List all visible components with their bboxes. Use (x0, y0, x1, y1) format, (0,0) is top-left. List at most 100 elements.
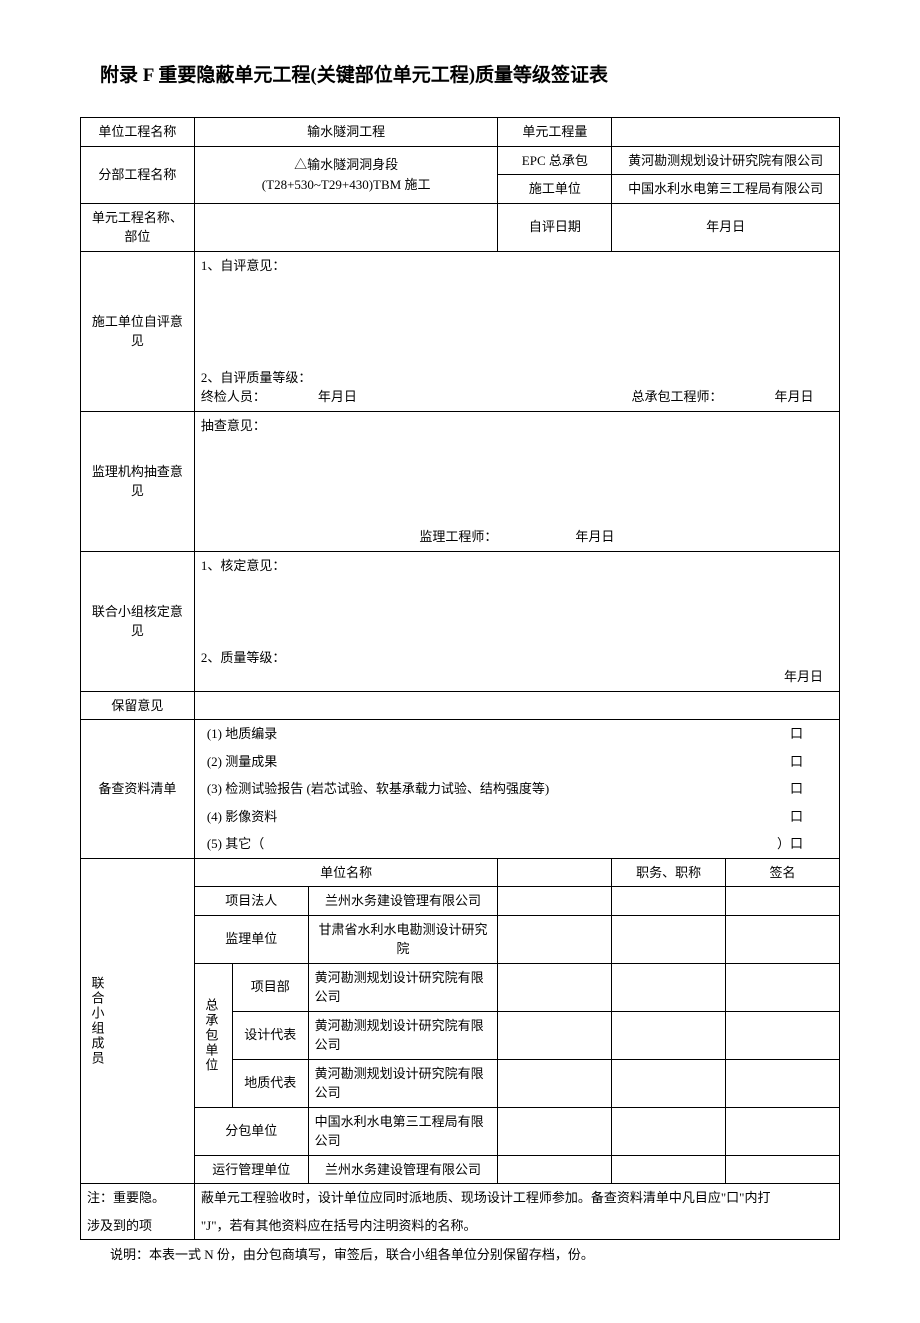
checklist-3: (3) 检测试验报告 (岩芯试验、软基承载力试验、结构强度等)口 (194, 775, 839, 803)
label-subcontractor: 分包单位 (194, 1107, 308, 1155)
page-title: 附录 F 重要隐蔽单元工程(关键部位单元工程)质量等级签证表 (80, 60, 840, 87)
header-position: 职务、职称 (612, 858, 726, 887)
cell-pd-1[interactable] (498, 963, 612, 1011)
cell-dr-3[interactable] (726, 1011, 840, 1059)
value-reserved[interactable] (194, 691, 839, 720)
form-table: 单位工程名称 输水隧洞工程 单元工程量 分部工程名称 △输水隧洞洞身段 (T28… (80, 117, 840, 1240)
marker-1: 口 (790, 724, 833, 744)
header-signature: 签名 (726, 858, 840, 887)
marker-4: 口 (790, 807, 833, 827)
row-supervision-opinion: 监理机构抽查意见 抽查意见： 监理工程师： 年月日 (81, 411, 840, 551)
row-members-header: 联合小组成员 单位名称 职务、职称 签名 (81, 858, 840, 887)
self-opinion-1: 1、自评意见： (201, 256, 833, 276)
joint-verify-area[interactable]: 1、核定意见： 2、质量等级： 年月日 (194, 551, 839, 691)
cell-op-2[interactable] (612, 1155, 726, 1184)
label-subdivision-name: 分部工程名称 (81, 146, 195, 203)
row-subcontractor: 分包单位 中国水利水电第三工程局有限公司 (81, 1107, 840, 1155)
checklist-2: (2) 测量成果口 (194, 748, 839, 776)
date-3: 年月日 (575, 529, 614, 544)
row-contractor-opinion: 施工单位自评意见 1、自评意见： 2、自评质量等级： 终检人员： 年月日 总承包… (81, 251, 840, 411)
cell-op-3[interactable] (726, 1155, 840, 1184)
label-contractor-opinion: 施工单位自评意见 (81, 251, 195, 411)
value-unit-project-qty[interactable] (612, 118, 840, 147)
marker-2: 口 (790, 752, 833, 772)
cell-sc-2[interactable] (612, 1107, 726, 1155)
label-unit-project-qty: 单元工程量 (498, 118, 612, 147)
explanation-text: 说明：本表一式 N 份，由分包商填写，审签后，联合小组各单位分别保留存档，份。 (80, 1244, 840, 1263)
label-self-eval-date: 自评日期 (498, 203, 612, 251)
value-geo-rep: 黄河勘测规划设计研究院有限公司 (308, 1059, 498, 1107)
row-subdivision-1: 分部工程名称 △输水隧洞洞身段 (T28+530~T29+430)TBM 施工 … (81, 146, 840, 175)
label-geo-rep: 地质代表 (232, 1059, 308, 1107)
label-joint-verify: 联合小组核定意见 (81, 551, 195, 691)
date-2: 年月日 (774, 389, 813, 404)
row-joint-verify: 联合小组核定意见 1、核定意见： 2、质量等级： 年月日 (81, 551, 840, 691)
value-self-eval-date[interactable]: 年月日 (612, 203, 840, 251)
value-unit-project-name: 输水隧洞工程 (194, 118, 498, 147)
row-supervision-org: 监理单位 甘肃省水利水电勘测设计研究院 (81, 915, 840, 963)
self-opinion-2: 2、自评质量等级： (201, 368, 833, 388)
cell-pd-3[interactable] (726, 963, 840, 1011)
label-checklist: 备查资料清单 (81, 720, 195, 859)
cell-dr-1[interactable] (498, 1011, 612, 1059)
value-construction-unit: 中国水利水电第三工程局有限公司 (612, 175, 840, 204)
label-reserved: 保留意见 (81, 691, 195, 720)
cell-pd-2[interactable] (612, 963, 726, 1011)
notes-text-2: "J"，若有其他资料应在括号内注明资料的名称。 (194, 1212, 839, 1240)
label-epc: EPC 总承包 (498, 146, 612, 175)
cell-gr-2[interactable] (612, 1059, 726, 1107)
value-project-owner: 兰州水务建设管理有限公司 (308, 887, 498, 916)
label-construction-unit: 施工单位 (498, 175, 612, 204)
row-project-owner: 项目法人 兰州水务建设管理有限公司 (81, 887, 840, 916)
cell-gr-3[interactable] (726, 1059, 840, 1107)
label-project-dept: 项目部 (232, 963, 308, 1011)
cell-dr-2[interactable] (612, 1011, 726, 1059)
contractor-opinion-area[interactable]: 1、自评意见： 2、自评质量等级： 终检人员： 年月日 总承包工程师： 年月日 (194, 251, 839, 411)
label-joint-members: 联合小组成员 (81, 858, 195, 1184)
header-org-name: 单位名称 (194, 858, 498, 887)
marker-5: ）口 (777, 834, 833, 854)
row-unit-project: 单位工程名称 输水隧洞工程 单元工程量 (81, 118, 840, 147)
cell-so-3[interactable] (726, 915, 840, 963)
value-design-rep: 黄河勘测规划设计研究院有限公司 (308, 1011, 498, 1059)
cell-po-3[interactable] (726, 887, 840, 916)
label-project-owner: 项目法人 (194, 887, 308, 916)
subdivision-line1: △输水隧洞洞身段 (201, 155, 492, 175)
row-operation: 运行管理单位 兰州水务建设管理有限公司 (81, 1155, 840, 1184)
verify-2: 2、质量等级： (201, 648, 833, 668)
value-subdivision-name: △输水隧洞洞身段 (T28+530~T29+430)TBM 施工 (194, 146, 498, 203)
date-4: 年月日 (201, 667, 833, 687)
marker-3: 口 (790, 779, 833, 799)
cell-op-1[interactable] (498, 1155, 612, 1184)
label-unit-project-name: 单位工程名称 (81, 118, 195, 147)
row-checklist: 备查资料清单 (1) 地质编录口 (81, 720, 840, 748)
verify-1: 1、核定意见： (201, 556, 833, 576)
cell-so-1[interactable] (498, 915, 612, 963)
value-unit-name-part[interactable] (194, 203, 498, 251)
date-1: 年月日 (318, 389, 357, 404)
value-project-dept: 黄河勘测规划设计研究院有限公司 (308, 963, 498, 1011)
row-project-dept: 总承包单位 项目部 黄河勘测规划设计研究院有限公司 (81, 963, 840, 1011)
label-unit-name-part: 单元工程名称、部位 (81, 203, 195, 251)
value-supervision-org: 甘肃省水利水电勘测设计研究院 (308, 915, 498, 963)
checklist-4: (4) 影像资料口 (194, 803, 839, 831)
row-unit-name-part: 单元工程名称、部位 自评日期 年月日 (81, 203, 840, 251)
notes-label-1: 注：重要隐。 (81, 1184, 195, 1212)
spot-check-label: 抽查意见： (201, 416, 833, 436)
header-empty (498, 858, 612, 887)
supervision-opinion-area[interactable]: 抽查意见： 监理工程师： 年月日 (194, 411, 839, 551)
cell-sc-3[interactable] (726, 1107, 840, 1155)
value-epc: 黄河勘测规划设计研究院有限公司 (612, 146, 840, 175)
row-notes-2: 涉及到的项 "J"，若有其他资料应在括号内注明资料的名称。 (81, 1212, 840, 1240)
cell-po-2[interactable] (612, 887, 726, 916)
checklist-1: (1) 地质编录口 (194, 720, 839, 748)
label-design-rep: 设计代表 (232, 1011, 308, 1059)
subdivision-line2: (T28+530~T29+430)TBM 施工 (201, 175, 492, 195)
label-general-contractor: 总承包单位 (194, 963, 232, 1107)
cell-so-2[interactable] (612, 915, 726, 963)
cell-gr-1[interactable] (498, 1059, 612, 1107)
cell-sc-1[interactable] (498, 1107, 612, 1155)
cell-po-1[interactable] (498, 887, 612, 916)
final-inspector-label: 终检人员： (201, 389, 266, 404)
label-supervision-org: 监理单位 (194, 915, 308, 963)
